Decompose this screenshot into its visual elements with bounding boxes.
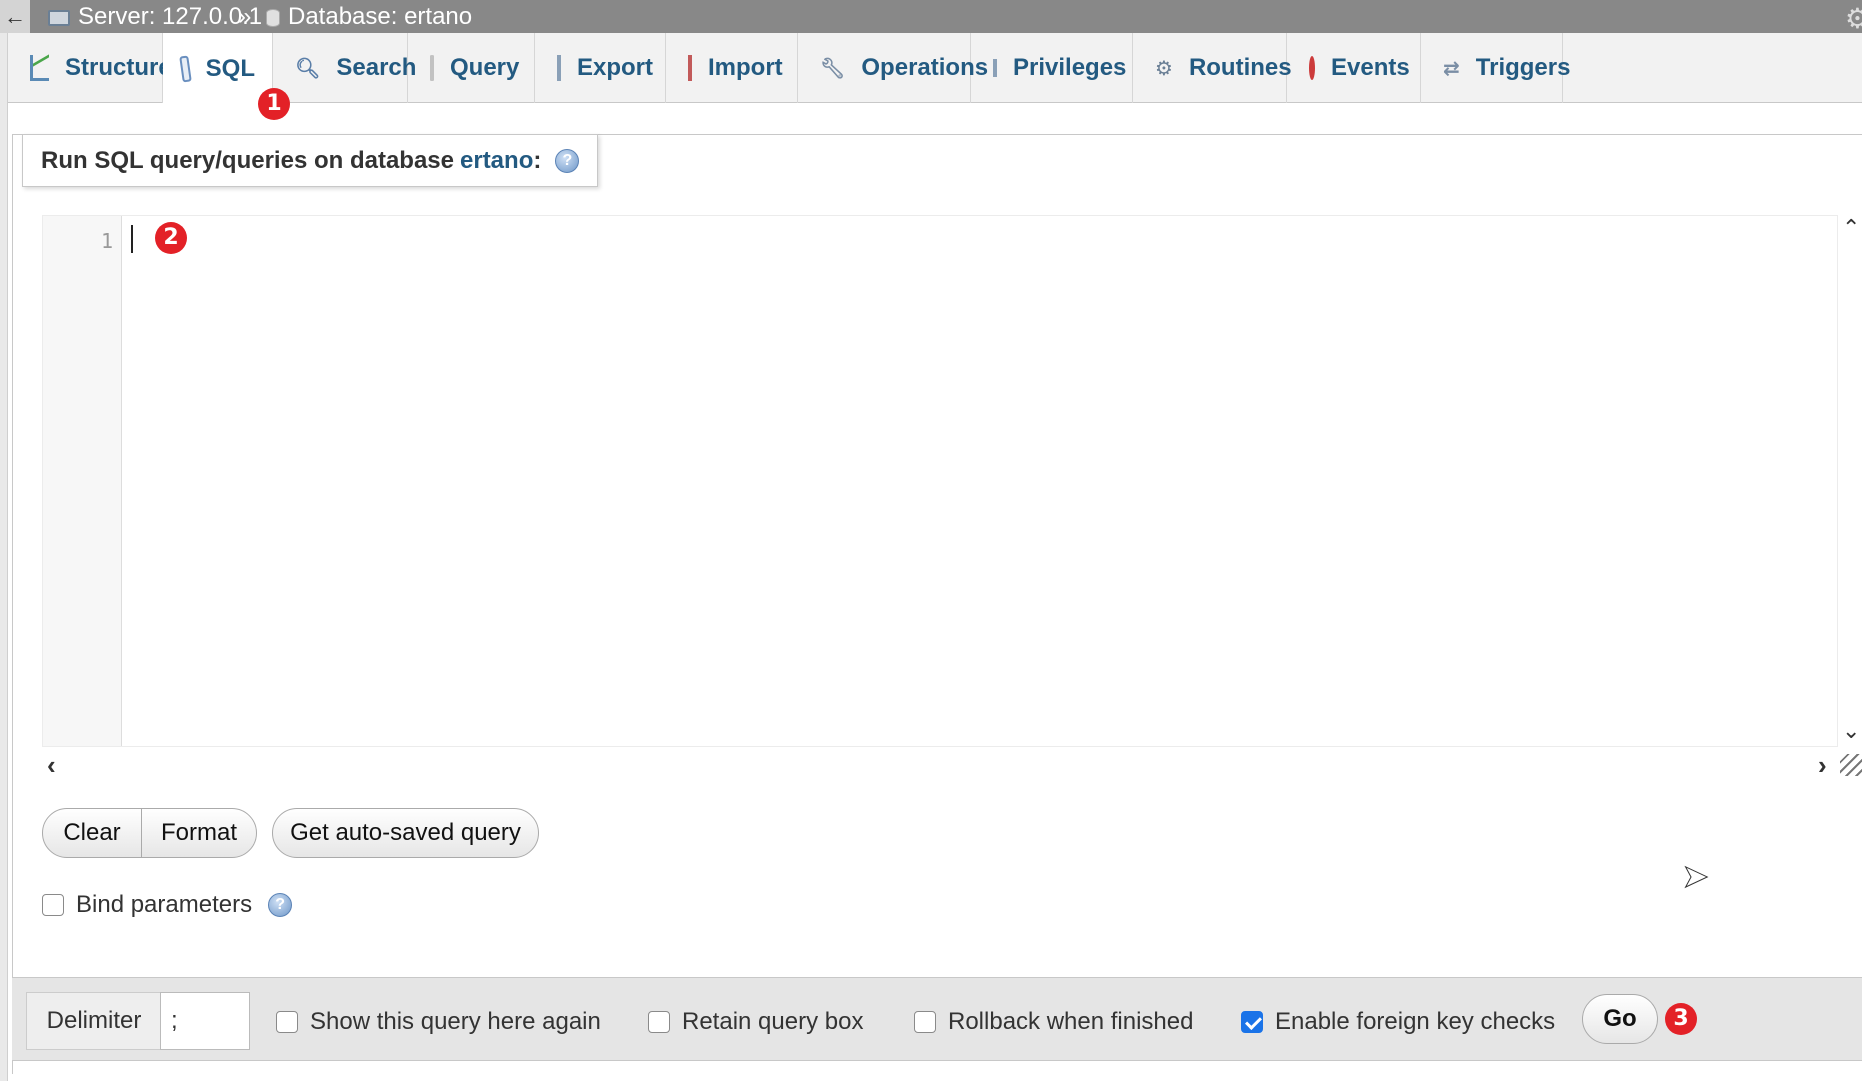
scroll-left-icon[interactable]: ‹	[47, 750, 56, 780]
search-icon: 🔍︎	[295, 57, 321, 80]
show-query-again-checkbox[interactable]	[276, 1011, 298, 1033]
option-label[interactable]: Show this query here again	[310, 1008, 601, 1036]
delimiter-label: Delimiter	[26, 992, 161, 1050]
tab-operations[interactable]: 🔧︎ Operations	[798, 33, 988, 103]
horizontal-scrollbar[interactable]: ‹ ›	[42, 750, 1838, 780]
bind-parameters-label[interactable]: Bind parameters	[76, 891, 252, 919]
tab-label: Structure	[65, 54, 172, 81]
legend-colon: :	[533, 146, 542, 174]
bind-parameters-row: Bind parameters ?	[42, 889, 293, 921]
structure-icon	[30, 55, 49, 81]
help-icon[interactable]: ?	[555, 148, 580, 173]
line-number-gutter: 1	[43, 216, 122, 746]
sql-editor[interactable]: 1	[42, 215, 1838, 747]
tab-label: SQL	[205, 54, 255, 82]
left-edge	[0, 33, 8, 1081]
tab-privileges[interactable]: Privileges	[971, 33, 1133, 103]
help-icon[interactable]: ?	[268, 893, 293, 917]
tab-query[interactable]: Query	[408, 33, 535, 103]
annotation-badge-1: 1	[258, 88, 290, 120]
panel-legend: Run SQL query/queries on database ertano…	[22, 134, 599, 187]
text-cursor	[131, 225, 133, 253]
tab-label: Triggers	[1475, 54, 1571, 81]
wrench-icon: 🔧︎	[820, 57, 846, 80]
retain-query-box-checkbox[interactable]	[648, 1011, 670, 1033]
privileges-icon	[993, 59, 997, 77]
tab-triggers[interactable]: ⇄ Triggers	[1421, 33, 1570, 103]
retain-query-box-option[interactable]: Retain query box	[648, 1008, 863, 1036]
scroll-up-icon[interactable]: ⌃	[1842, 217, 1860, 239]
breadcrumb-server[interactable]: Server: 127.0.0.1	[48, 0, 262, 33]
scroll-right-icon[interactable]: ›	[1818, 750, 1827, 780]
database-icon	[266, 9, 280, 27]
annotation-badge-3: 3	[1665, 1003, 1697, 1035]
option-label[interactable]: Rollback when finished	[948, 1008, 1193, 1036]
line-number: 1	[100, 229, 113, 253]
tab-sql[interactable]: SQL	[163, 33, 273, 104]
option-label[interactable]: Enable foreign key checks	[1275, 1008, 1555, 1036]
tab-label: Operations	[861, 54, 989, 81]
breadcrumb-database[interactable]: Database: ertano	[266, 0, 472, 33]
scroll-down-icon[interactable]: ⌄	[1842, 720, 1860, 742]
tab-label: Events	[1331, 54, 1410, 81]
back-arrow-icon[interactable]: ←	[0, 0, 30, 33]
breadcrumb-database-label: Database: ertano	[288, 3, 473, 30]
tab-label: Routines	[1188, 54, 1292, 81]
tab-export[interactable]: Export	[535, 33, 666, 103]
clock-icon	[1309, 56, 1315, 80]
tab-label: Privileges	[1013, 54, 1127, 81]
tab-label: Export	[577, 54, 654, 81]
enable-foreign-key-checks-checkbox[interactable]	[1241, 1011, 1263, 1033]
legend-text: Run SQL query/queries on database	[41, 146, 454, 174]
mouse-pointer-icon: ➤	[1682, 858, 1710, 895]
rollback-when-finished-checkbox[interactable]	[914, 1011, 936, 1033]
query-icon	[430, 55, 434, 81]
import-icon	[688, 55, 692, 81]
tab-label: Query	[450, 54, 520, 81]
triggers-icon: ⇄	[1443, 57, 1460, 80]
tab-bar: Structure SQL 🔍︎ Search Query Export Impo…	[8, 33, 1862, 104]
tab-events[interactable]: Events	[1287, 33, 1421, 103]
get-auto-saved-query-button[interactable]: Get auto-saved query	[272, 808, 539, 858]
vertical-scrollbar[interactable]: ⌃ ⌄	[1838, 215, 1862, 747]
bind-parameters-checkbox[interactable]	[42, 894, 64, 916]
breadcrumb-server-label: Server: 127.0.0.1	[78, 3, 263, 30]
tab-structure[interactable]: Structure	[8, 33, 172, 103]
format-button[interactable]: Format	[141, 808, 257, 858]
gear-icon[interactable]: ⚙	[1845, 2, 1862, 35]
database-link[interactable]: ertano	[460, 147, 533, 175]
annotation-badge-2: 2	[155, 222, 187, 254]
tab-routines[interactable]: ⚙ Routines	[1133, 33, 1292, 103]
sql-icon	[179, 55, 192, 82]
query-options-bar: Delimiter Show this query here again Ret…	[12, 977, 1862, 1061]
go-button[interactable]: Go	[1582, 994, 1658, 1044]
rollback-when-finished-option[interactable]: Rollback when finished	[914, 1008, 1193, 1036]
tab-label: Search	[336, 54, 417, 81]
tab-label: Import	[708, 54, 783, 81]
resize-handle-icon[interactable]	[1840, 754, 1862, 776]
enable-foreign-key-checks-option[interactable]: Enable foreign key checks	[1241, 1008, 1555, 1036]
routines-icon: ⚙	[1155, 57, 1173, 80]
tab-search[interactable]: 🔍︎ Search	[273, 33, 416, 103]
show-query-again-option[interactable]: Show this query here again	[276, 1008, 601, 1036]
breadcrumb-bar: ← Server: 127.0.0.1 » Database: ertano ⚙	[0, 0, 1862, 35]
server-icon	[48, 10, 70, 26]
option-label[interactable]: Retain query box	[682, 1008, 863, 1036]
export-icon	[557, 55, 561, 81]
clear-button[interactable]: Clear	[42, 808, 142, 858]
delimiter-input[interactable]	[160, 992, 250, 1050]
tab-import[interactable]: Import	[666, 33, 798, 103]
breadcrumb-separator: »	[238, 3, 252, 30]
